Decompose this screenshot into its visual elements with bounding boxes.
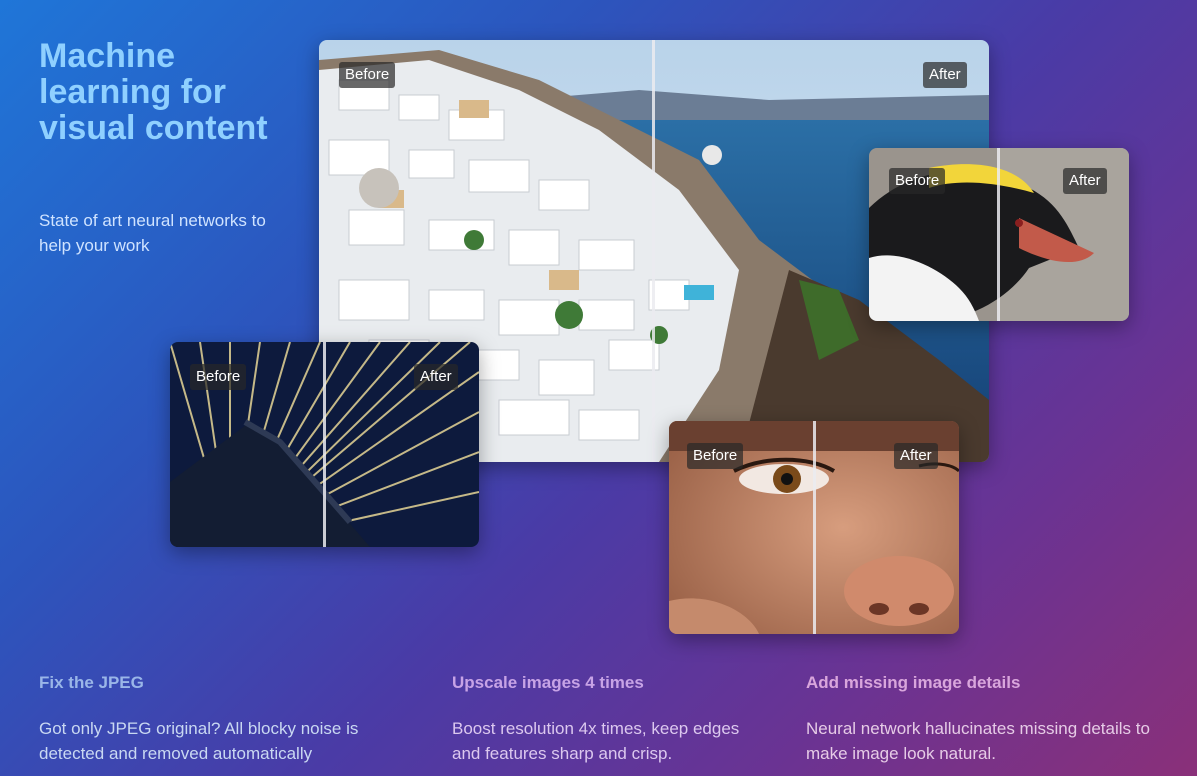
feature-desc-details: Neural network hallucinates missing deta… [806, 719, 1150, 763]
before-label: Before [339, 62, 396, 88]
comparison-slider[interactable] [652, 40, 655, 462]
feature-desc-upscale: Boost resolution 4x times, keep edges an… [452, 719, 740, 763]
comparison-slider[interactable] [997, 148, 1000, 321]
after-label: After [1063, 168, 1107, 194]
penguin-comparison[interactable]: Before After [869, 148, 1129, 321]
after-label: After [923, 62, 967, 88]
hero-title: Machine learning for visual content [39, 37, 268, 147]
feature-desc-fix-jpeg: Got only JPEG original? All blocky noise… [39, 719, 359, 763]
light-rays-comparison[interactable]: Before After [170, 342, 479, 547]
after-label: After [414, 364, 458, 390]
comparison-slider[interactable] [323, 342, 326, 547]
hero-subtitle: State of art neural networks to help you… [39, 211, 266, 255]
before-label: Before [687, 443, 744, 469]
comparison-slider[interactable] [813, 421, 816, 634]
feature-title-details: Add missing image details [806, 673, 1021, 692]
before-label: Before [889, 168, 946, 194]
after-label: After [894, 443, 938, 469]
feature-title-fix-jpeg: Fix the JPEG [39, 673, 144, 692]
before-label: Before [190, 364, 247, 390]
feature-title-upscale: Upscale images 4 times [452, 673, 644, 692]
face-comparison[interactable]: Before After [669, 421, 959, 634]
